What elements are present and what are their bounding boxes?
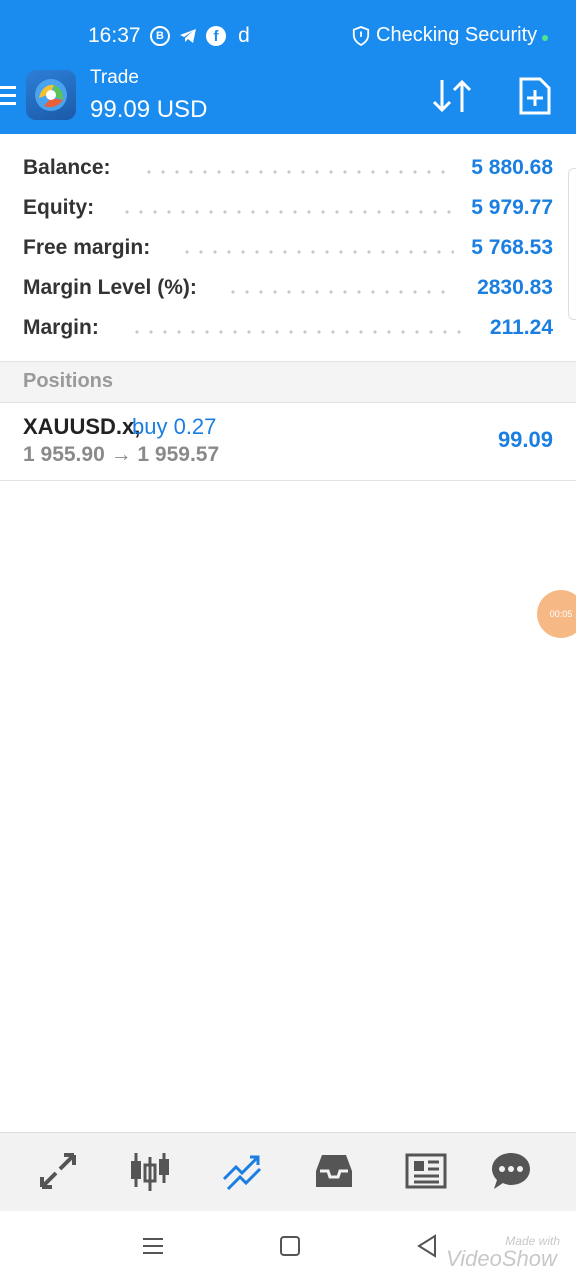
summary-row-margin: Margin: 211.24 bbox=[0, 308, 576, 348]
recent-apps-icon[interactable] bbox=[138, 1231, 168, 1261]
home-icon[interactable] bbox=[275, 1231, 305, 1261]
header-balance: 99.09 USD bbox=[90, 96, 208, 123]
status-bar: 16:37 B f d Checking Security bbox=[0, 0, 576, 76]
back-icon[interactable] bbox=[412, 1231, 442, 1261]
security-text: Checking Security bbox=[376, 24, 538, 46]
account-summary: Balance: 5 880.68 Equity: 5 979.77 Free … bbox=[0, 148, 576, 348]
bubble-text: 00:05 bbox=[549, 609, 573, 619]
scrollbar[interactable] bbox=[568, 168, 576, 320]
facebook-icon: f bbox=[206, 26, 226, 46]
security-status: Checking Security bbox=[352, 24, 537, 47]
tab-trade[interactable] bbox=[219, 1149, 265, 1193]
bottom-tab-bar bbox=[0, 1132, 576, 1211]
shield-icon bbox=[352, 25, 370, 46]
summary-value: 5 880.68 bbox=[471, 156, 553, 179]
dotted-leader bbox=[226, 290, 454, 294]
summary-label: Margin Level (%): bbox=[23, 276, 197, 299]
telegram-icon bbox=[178, 26, 198, 46]
summary-value: 5 979.77 bbox=[471, 196, 553, 219]
summary-value: 2830.83 bbox=[477, 276, 553, 299]
tab-chat[interactable] bbox=[488, 1149, 534, 1193]
position-row[interactable]: XAUUSD.x, buy 0.27 1 955.90 → 1 959.57 9… bbox=[0, 403, 576, 481]
dotted-leader bbox=[120, 210, 454, 214]
trade-icon bbox=[222, 1155, 262, 1191]
status-time: 16:37 bbox=[88, 24, 141, 47]
chat-icon bbox=[492, 1153, 530, 1189]
tab-history[interactable] bbox=[311, 1149, 357, 1193]
chart-icon bbox=[131, 1153, 169, 1191]
position-prices: 1 955.90 → 1 959.57 bbox=[23, 443, 220, 466]
menu-icon[interactable] bbox=[0, 86, 16, 108]
page-title: Trade bbox=[90, 67, 139, 88]
news-icon bbox=[405, 1153, 447, 1189]
position-side: buy 0.27 bbox=[132, 414, 217, 439]
dotted-leader bbox=[142, 170, 454, 174]
b-app-icon: B bbox=[150, 26, 170, 46]
positions-title: Positions bbox=[23, 370, 114, 392]
tab-news[interactable] bbox=[403, 1149, 449, 1193]
status-app-icons: B f d bbox=[150, 24, 254, 47]
positions-header: Positions bbox=[0, 362, 576, 403]
history-icon bbox=[316, 1155, 352, 1187]
dotted-leader bbox=[130, 330, 468, 334]
summary-label: Balance: bbox=[23, 156, 111, 179]
sort-icon[interactable] bbox=[430, 76, 474, 116]
watermark-big-text: VideoShow bbox=[446, 1246, 557, 1271]
summary-value: 5 768.53 bbox=[471, 236, 553, 259]
summary-row-balance: Balance: 5 880.68 bbox=[0, 148, 576, 188]
d-app-icon: d bbox=[238, 24, 250, 47]
metatrader-logo bbox=[26, 70, 76, 120]
new-order-icon[interactable] bbox=[518, 76, 552, 116]
position-profit: 99.09 bbox=[497, 427, 553, 452]
position-symbol: XAUUSD.x, bbox=[23, 414, 141, 439]
status-indicator-dot bbox=[542, 35, 548, 41]
floating-timer-bubble[interactable]: 00:05 bbox=[537, 590, 576, 638]
summary-row-margin-level: Margin Level (%): 2830.83 bbox=[0, 268, 576, 308]
summary-value: 211.24 bbox=[489, 316, 553, 339]
summary-label: Margin: bbox=[23, 316, 99, 339]
quotes-icon bbox=[40, 1153, 76, 1189]
app-bar: Trade 99.09 USD bbox=[0, 67, 576, 134]
tab-chart[interactable] bbox=[127, 1149, 173, 1193]
summary-row-free-margin: Free margin: 5 768.53 bbox=[0, 228, 576, 268]
dotted-leader bbox=[180, 250, 454, 254]
tab-quotes[interactable] bbox=[35, 1149, 81, 1193]
summary-row-equity: Equity: 5 979.77 bbox=[0, 188, 576, 228]
summary-label: Equity: bbox=[23, 196, 95, 219]
summary-label: Free margin: bbox=[23, 236, 151, 259]
